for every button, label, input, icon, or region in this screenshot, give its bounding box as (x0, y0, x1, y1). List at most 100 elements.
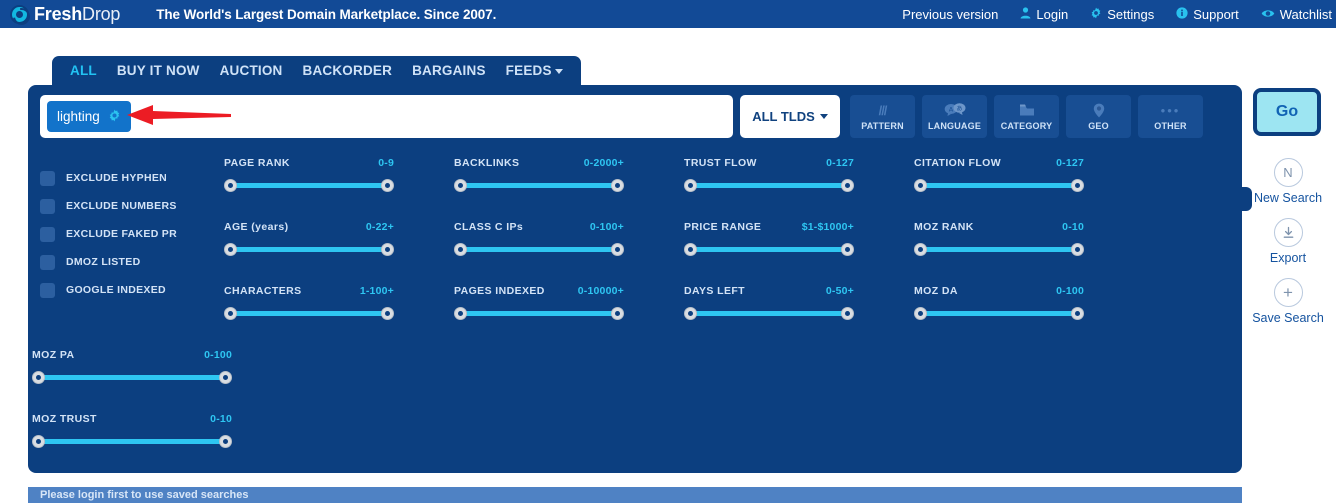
slider-knob-max[interactable] (611, 243, 624, 256)
slider-knob-min[interactable] (914, 243, 927, 256)
slider-knob-min[interactable] (914, 307, 927, 320)
slider-knob-max[interactable] (611, 179, 624, 192)
slider-track[interactable] (454, 306, 624, 320)
slider-value: $1-$1000+ (802, 221, 854, 233)
slider-knob-min[interactable] (32, 435, 45, 448)
slider-knob-max[interactable] (219, 371, 232, 384)
slider-label: CLASS C IPs (454, 221, 523, 233)
filter-category-button[interactable]: CATEGORY (994, 95, 1059, 138)
eye-icon (1261, 8, 1275, 21)
slider-value: 0-100 (1056, 285, 1084, 297)
slider-knob-min[interactable] (684, 307, 697, 320)
slider-knob-max[interactable] (1071, 179, 1084, 192)
brand-logo[interactable]: FreshDrop (10, 4, 120, 25)
slider-rail (688, 183, 850, 188)
checkbox-box[interactable] (40, 171, 55, 186)
filter-other-button[interactable]: ••• OTHER (1138, 95, 1203, 138)
slider-moz-trust[interactable]: MOZ TRUST0-10 (32, 413, 232, 448)
slider-knob-min[interactable] (32, 371, 45, 384)
slider-knob-min[interactable] (914, 179, 927, 192)
slider-knob-max[interactable] (381, 243, 394, 256)
slider-track[interactable] (684, 178, 854, 192)
slider-pages-indexed[interactable]: PAGES INDEXED0-10000+ (454, 285, 624, 320)
slider-knob-min[interactable] (454, 243, 467, 256)
go-search-button[interactable]: Go (1253, 88, 1321, 136)
checkbox-dmoz-listed[interactable]: DMOZ LISTED (40, 248, 177, 276)
checkbox-exclude-hyphen[interactable]: EXCLUDE HYPHEN (40, 164, 177, 192)
new-search-button[interactable]: N New Search (1248, 158, 1328, 205)
filter-language-button[interactable]: Aあ LANGUAGE (922, 95, 987, 138)
slider-trust-flow[interactable]: TRUST FLOW0-127 (684, 157, 854, 192)
filter-pattern-button[interactable]: /// PATTERN (850, 95, 915, 138)
slider-characters[interactable]: CHARACTERS1-100+ (224, 285, 394, 320)
nav-support[interactable]: Support (1176, 7, 1239, 22)
slider-track[interactable] (914, 178, 1084, 192)
slider-knob-min[interactable] (224, 243, 237, 256)
checkbox-label: EXCLUDE HYPHEN (66, 172, 167, 184)
gear-icon[interactable] (108, 109, 121, 124)
slider-knob-min[interactable] (454, 179, 467, 192)
search-tag-chip[interactable]: lighting (47, 101, 131, 132)
slider-price-range[interactable]: PRICE RANGE$1-$1000+ (684, 221, 854, 256)
tab-buy-it-now[interactable]: BUY IT NOW (117, 63, 200, 78)
slider-moz-rank[interactable]: MOZ RANK0-10 (914, 221, 1084, 256)
checkbox-box[interactable] (40, 227, 55, 242)
slider-track[interactable] (32, 434, 232, 448)
slider-age[interactable]: AGE (years)0-22+ (224, 221, 394, 256)
nav-settings[interactable]: Settings (1090, 7, 1154, 22)
nav-watchlist[interactable]: Watchlist (1261, 7, 1332, 22)
checkbox-box[interactable] (40, 255, 55, 270)
nav-login[interactable]: Login (1020, 7, 1068, 22)
footer-bar: Please login first to use saved searches (28, 487, 1242, 503)
slider-page-rank[interactable]: PAGE RANK0-9 (224, 157, 394, 192)
save-search-button[interactable]: + Save Search (1248, 278, 1328, 325)
slider-knob-max[interactable] (1071, 307, 1084, 320)
tab-bargains[interactable]: BARGAINS (412, 63, 486, 78)
tld-dropdown[interactable]: ALL TLDS (740, 95, 840, 138)
slider-knob-min[interactable] (684, 179, 697, 192)
chevron-down-icon (820, 114, 828, 119)
slider-knob-max[interactable] (381, 307, 394, 320)
export-button[interactable]: Export (1248, 218, 1328, 265)
slider-track[interactable] (32, 370, 232, 384)
tab-feeds[interactable]: FEEDS (506, 63, 563, 78)
slider-knob-min[interactable] (224, 307, 237, 320)
slider-track[interactable] (224, 242, 394, 256)
slider-citation-flow[interactable]: CITATION FLOW0-127 (914, 157, 1084, 192)
slider-knob-max[interactable] (841, 307, 854, 320)
checkbox-exclude-numbers[interactable]: EXCLUDE NUMBERS (40, 192, 177, 220)
slider-track[interactable] (454, 178, 624, 192)
tab-backorder[interactable]: BACKORDER (303, 63, 393, 78)
slider-knob-max[interactable] (841, 179, 854, 192)
slider-knob-max[interactable] (841, 243, 854, 256)
filter-geo-button[interactable]: GEO (1066, 95, 1131, 138)
tab-all[interactable]: ALL (70, 63, 97, 78)
slider-knob-max[interactable] (611, 307, 624, 320)
nav-previous-version[interactable]: Previous version (902, 7, 998, 22)
slider-days-left[interactable]: DAYS LEFT0-50+ (684, 285, 854, 320)
slider-rail (228, 311, 390, 316)
slider-track[interactable] (224, 306, 394, 320)
slider-track[interactable] (684, 306, 854, 320)
slider-track[interactable] (914, 306, 1084, 320)
slider-knob-min[interactable] (454, 307, 467, 320)
slider-moz-da[interactable]: MOZ DA0-100 (914, 285, 1084, 320)
checkbox-box[interactable] (40, 283, 55, 298)
slider-track[interactable] (454, 242, 624, 256)
slider-track[interactable] (224, 178, 394, 192)
slider-track[interactable] (914, 242, 1084, 256)
slider-label: DAYS LEFT (684, 285, 745, 297)
slider-backlinks[interactable]: BACKLINKS0-2000+ (454, 157, 624, 192)
tab-auction[interactable]: AUCTION (220, 63, 283, 78)
checkbox-box[interactable] (40, 199, 55, 214)
slider-knob-min[interactable] (224, 179, 237, 192)
slider-moz-pa[interactable]: MOZ PA0-100 (32, 349, 232, 384)
checkbox-exclude-faked-pr[interactable]: EXCLUDE FAKED PR (40, 220, 177, 248)
slider-track[interactable] (684, 242, 854, 256)
slider-knob-max[interactable] (381, 179, 394, 192)
slider-class-c-ips[interactable]: CLASS C IPs0-100+ (454, 221, 624, 256)
slider-knob-max[interactable] (219, 435, 232, 448)
checkbox-google-indexed[interactable]: GOOGLE INDEXED (40, 276, 177, 304)
slider-knob-max[interactable] (1071, 243, 1084, 256)
slider-knob-min[interactable] (684, 243, 697, 256)
